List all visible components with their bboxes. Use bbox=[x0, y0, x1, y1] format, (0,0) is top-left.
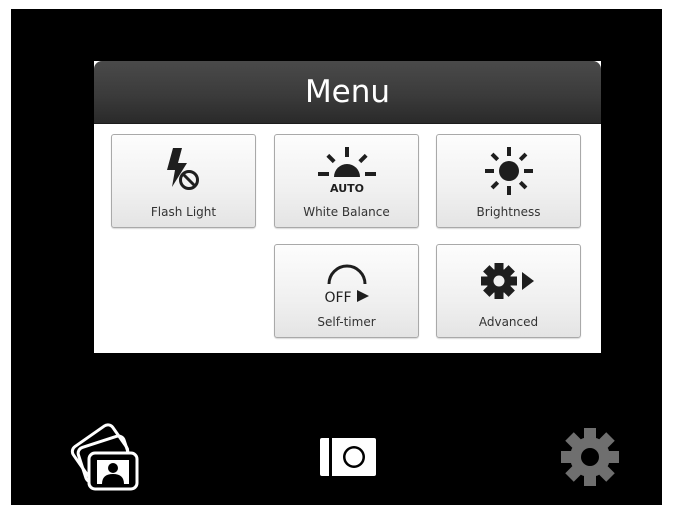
flash-light-label: Flash Light bbox=[150, 205, 217, 219]
photo-gallery-icon bbox=[70, 423, 139, 491]
sun-icon bbox=[437, 143, 580, 199]
gear-icon bbox=[561, 428, 619, 486]
white-balance-label: White Balance bbox=[303, 205, 390, 219]
brightness-button[interactable]: Brightness bbox=[436, 134, 581, 228]
auto-text: AUTO bbox=[330, 182, 364, 195]
white-balance-auto-icon: AUTO bbox=[275, 143, 418, 199]
gallery-button[interactable] bbox=[63, 423, 143, 495]
gear-arrow-icon bbox=[437, 253, 580, 309]
camera-button[interactable] bbox=[317, 433, 379, 481]
camera-icon bbox=[320, 438, 376, 476]
camera-screen: Menu Flash Light AUTO White Balance Brig… bbox=[11, 9, 662, 505]
brightness-label: Brightness bbox=[476, 205, 541, 219]
timer-off-icon: OFF bbox=[275, 253, 418, 309]
advanced-button[interactable]: Advanced bbox=[436, 244, 581, 338]
self-timer-button[interactable]: OFF Self-timer bbox=[274, 244, 419, 338]
off-text: OFF bbox=[324, 290, 351, 306]
menu-panel: Menu Flash Light AUTO White Balance Brig… bbox=[94, 61, 601, 353]
menu-title: Menu bbox=[304, 74, 391, 110]
flash-off-icon bbox=[112, 143, 255, 199]
flash-light-button[interactable]: Flash Light bbox=[111, 134, 256, 228]
menu-header: Menu bbox=[94, 61, 601, 124]
settings-button[interactable] bbox=[557, 424, 623, 490]
self-timer-label: Self-timer bbox=[317, 315, 376, 329]
advanced-label: Advanced bbox=[478, 315, 539, 329]
white-balance-button[interactable]: AUTO White Balance bbox=[274, 134, 419, 228]
